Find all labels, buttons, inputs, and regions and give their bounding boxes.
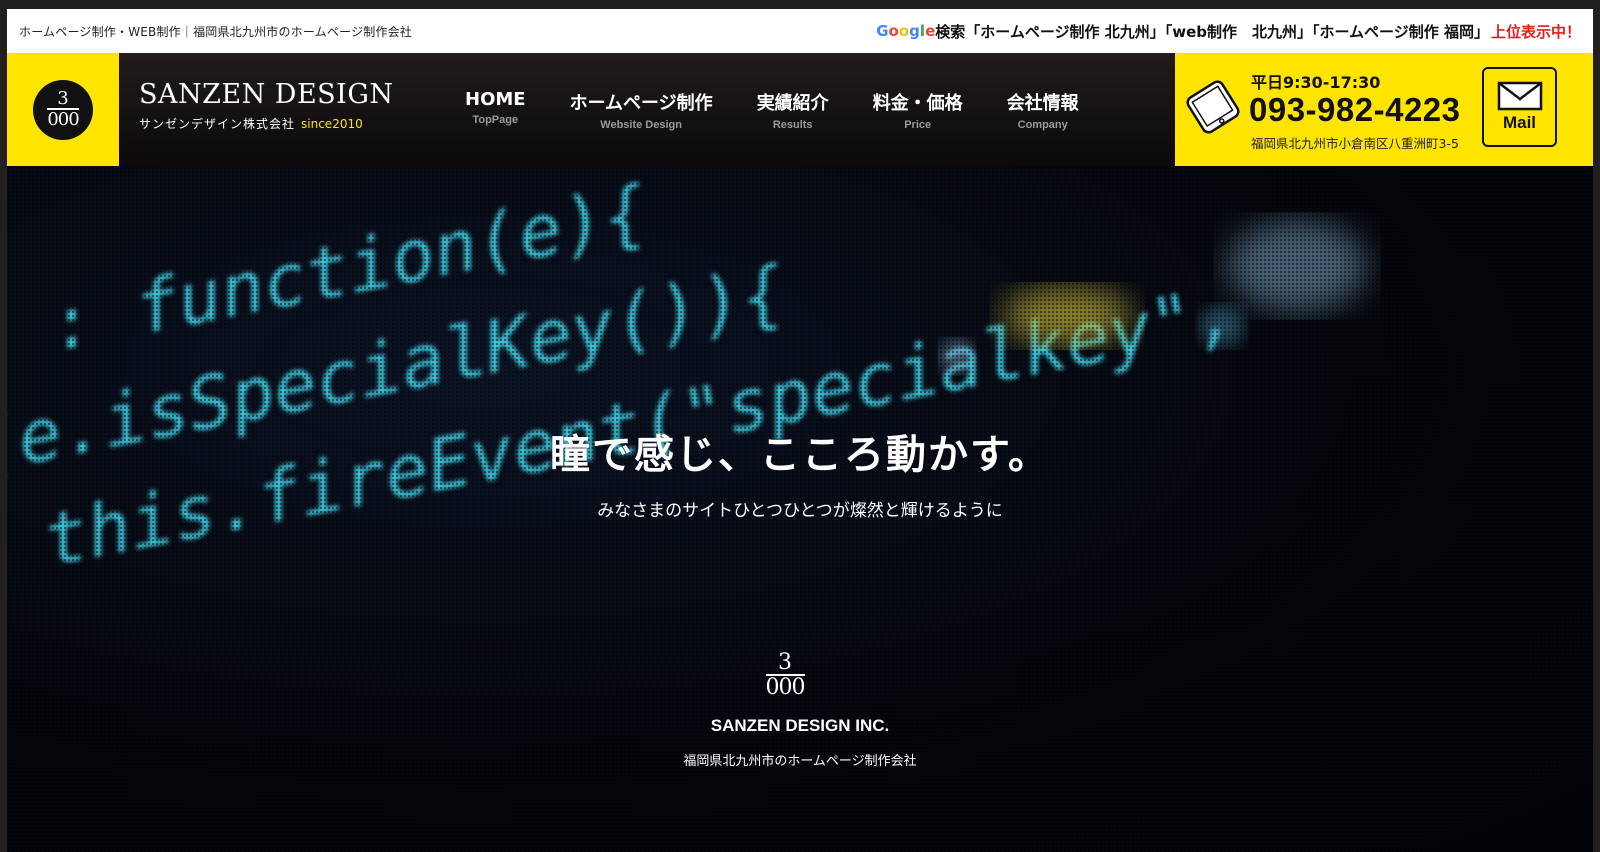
google-letter: e [925,22,936,40]
bokeh-light [1200,306,1244,346]
nav-sublabel: Website Design [600,119,682,131]
page: ホームページ制作・WEB制作｜福岡県北九州市のホームページ制作会社 Google… [7,9,1593,852]
hero-banner: y : function(e){ (e.isSpecialKey()){ thi… [7,166,1593,852]
company-logo-mark: 3 000 [760,652,810,699]
logo-link[interactable]: 3 000 [7,53,119,166]
google-letter: o [888,22,899,40]
business-hours: 平日9:30-17:30 [1251,73,1381,92]
nav-sublabel: TopPage [472,114,519,126]
mail-button[interactable]: Mail [1482,67,1557,147]
nav-sublabel: Results [772,119,813,131]
phone-number[interactable]: 093-982-4223 [1249,91,1461,129]
bokeh-light [1227,221,1367,311]
company-mark-bottom: 000 [765,674,806,700]
nav-item-website-design[interactable]: ホームページ制作 Website Design [570,89,713,131]
top-info-bar: ホームページ制作・WEB制作｜福岡県北九州市のホームページ制作会社 Google… [7,9,1593,53]
nav-label: ホームページ制作 [569,93,713,114]
nav-label: HOME [465,89,526,110]
nav-item-price[interactable]: 料金・価格 Price [873,89,963,131]
company-description: 福岡県北九州市のホームページ制作会社 [683,754,917,769]
search-keywords-text: 検索「ホームページ制作 北九州」「web制作 北九州」「ホームページ制作 福岡」 [935,22,1489,41]
bokeh-light [941,340,973,372]
company-mark-top: 3 [778,650,792,675]
nav-item-company[interactable]: 会社情報 Company [1007,89,1079,131]
bokeh-light [1002,288,1132,344]
brand-since: since2010 [301,117,363,131]
brand-block[interactable]: SANZEN DESIGN サンゼンデザイン株式会社 since2010 [139,81,394,132]
nav-sublabel: Price [904,119,932,131]
seo-ranking-notice: Google 検索「ホームページ制作 北九州」「web制作 北九州」「ホームペー… [876,21,1581,42]
google-wordmark: Google [876,22,935,40]
logo-bottom-digits: 000 [47,108,80,130]
smartphone-icon [1186,80,1240,134]
logo-mark: 3 000 [33,79,93,140]
contact-box: 平日9:30-17:30 093-982-4223 福岡県北九州市小倉南区八重洲… [1175,53,1593,166]
envelope-icon [1497,81,1542,111]
google-letter: o [898,22,910,40]
hero-subtitle: みなさまのサイトひとつひとつが燦然と輝けるように [597,501,1003,521]
brand-subtitle: サンゼンデザイン株式会社 since2010 [139,115,394,132]
google-letter: G [876,22,889,40]
ranking-highlight: 上位表示中！ [1490,22,1581,41]
nav-label: 実績紹介 [756,93,829,114]
site-header: 3 000 SANZEN DESIGN サンゼンデザイン株式会社 since201… [7,53,1593,166]
nav-item-home[interactable]: HOME TopPage [465,89,526,131]
company-name: SANZEN DESIGN INC. [710,716,890,735]
brand-company-name: サンゼンデザイン株式会社 [139,117,296,131]
company-address: 福岡県北九州市小倉南区八重洲町3-5 [1251,136,1459,151]
mail-label: Mail [1502,113,1537,132]
logo-top-digit: 3 [57,88,69,109]
site-tagline: ホームページ制作・WEB制作｜福岡県北九州市のホームページ制作会社 [19,24,413,39]
nav-label: 会社情報 [1006,93,1079,114]
main-nav: HOME TopPage ホームページ制作 Website Design 実績紹… [465,89,1123,131]
nav-sublabel: Company [1017,119,1068,131]
nav-label: 料金・価格 [872,93,963,114]
google-letter: g [909,22,920,40]
hero-title: 瞳で感じ、こころ動かす。 [550,432,1050,478]
brand-name: SANZEN DESIGN [139,79,394,110]
nav-item-results[interactable]: 実績紹介 Results [757,89,829,131]
